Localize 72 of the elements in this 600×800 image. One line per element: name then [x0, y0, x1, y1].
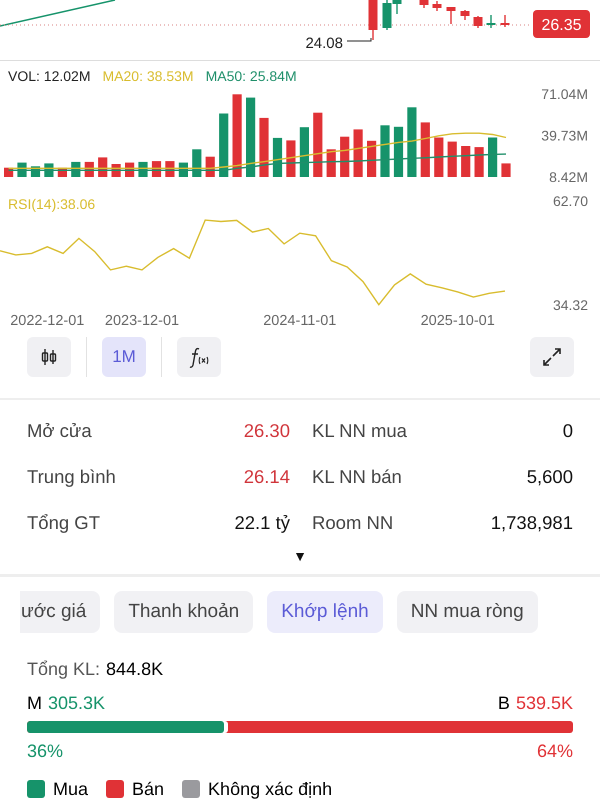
indicator-button[interactable] — [177, 337, 221, 377]
volume-bar — [394, 126, 404, 177]
sell-volume: 539.5K — [516, 692, 573, 714]
volume-bar — [461, 146, 470, 177]
axis-label: 39.73M — [541, 128, 588, 144]
chart-type-button[interactable] — [27, 337, 71, 377]
period-button[interactable]: 1M — [102, 337, 146, 377]
volume-bar — [448, 142, 457, 177]
date-label: 2022-12-01 — [10, 313, 84, 329]
date-label: 2023-12-01 — [104, 313, 180, 329]
stat-label: Tổng GT — [27, 512, 100, 534]
volume-bar — [286, 140, 296, 177]
stat-value: 0 — [562, 420, 573, 442]
last-price-tag: 26.35 — [533, 10, 590, 38]
expand-icon — [542, 347, 562, 367]
volume-bar — [407, 107, 416, 177]
total-volume-value: 844.8K — [106, 658, 164, 680]
volume-bar — [313, 112, 322, 177]
tab[interactable]: Thanh khoản — [114, 591, 254, 633]
stat-label: Room NN — [312, 512, 394, 534]
stat-label: KL NN bán — [312, 466, 402, 488]
legend-label: Mua — [53, 778, 88, 800]
stat-label: Mở cửa — [27, 420, 92, 442]
axis-label: 62.70 — [552, 193, 588, 209]
tab[interactable]: NN mua ròng — [396, 591, 538, 633]
volume-bar — [98, 157, 108, 177]
function-icon — [188, 346, 210, 368]
date-label: 2024-11-01 — [263, 313, 336, 329]
axis-label: 71.04M — [541, 86, 588, 102]
stat-value: 26.14 — [244, 466, 290, 488]
stat-value: 1,738,981 — [490, 512, 573, 534]
volume-bar — [488, 138, 498, 177]
tab[interactable]: ước giá — [20, 591, 100, 633]
volume-bar — [300, 127, 309, 177]
volume-bar — [501, 163, 511, 177]
volume-bar — [380, 125, 390, 177]
axis-label: 34.32 — [552, 297, 588, 313]
buy-percent: 36% — [27, 740, 64, 762]
expand-toggle[interactable]: ▼ — [293, 548, 307, 564]
buy-volume: 305.3K — [48, 692, 106, 714]
candlestick-icon — [40, 348, 58, 366]
volume-bar — [192, 149, 202, 177]
legend-label: Không xác định — [208, 778, 332, 800]
stat-label: Trung bình — [27, 466, 116, 488]
volume-bar — [259, 118, 269, 177]
legend-label: Bán — [132, 778, 164, 800]
stat-value: 5,600 — [526, 466, 573, 488]
indicator-readout: VOL: 12.02M — [8, 68, 90, 84]
volume-bar — [219, 114, 228, 177]
low-price-label: 24.08 — [305, 35, 343, 52]
volume-bar — [474, 147, 484, 177]
stat-label: KL NN mua — [312, 420, 407, 442]
axis-label: 8.42M — [549, 169, 588, 185]
stat-value: 26.30 — [244, 420, 290, 442]
sell-percent: 64% — [536, 740, 573, 762]
sell-letter: B — [498, 692, 510, 714]
total-volume-label: Tổng KL: — [27, 658, 100, 680]
volume-bar — [272, 138, 282, 177]
volume-bar — [354, 129, 363, 177]
fullscreen-button[interactable] — [530, 337, 574, 377]
indicator-readout: MA50: 25.84M — [206, 68, 297, 84]
indicator-readout: MA20: 38.53M — [102, 68, 194, 84]
stat-value: 22.1 tỷ — [234, 512, 290, 534]
buy-letter: M — [27, 692, 42, 714]
rsi-readout: RSI(14):38.06 — [8, 196, 96, 212]
date-label: 2025-10-01 — [420, 313, 495, 329]
volume-bar — [367, 140, 376, 177]
volume-bar — [340, 136, 350, 177]
leader-line — [346, 38, 372, 42]
tab[interactable]: Khớp lệnh — [267, 591, 383, 633]
volume-bar — [420, 122, 430, 177]
volume-bar — [434, 138, 444, 177]
